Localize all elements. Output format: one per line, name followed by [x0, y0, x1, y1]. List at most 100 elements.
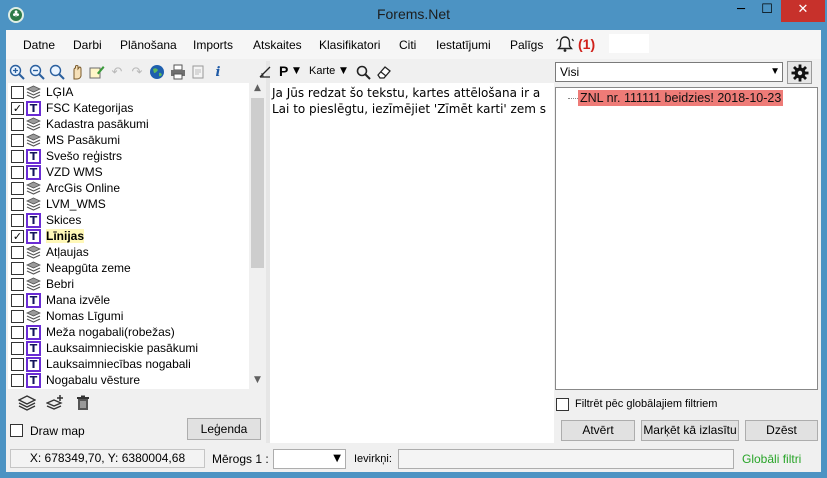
close-button[interactable]: ✕	[781, 0, 825, 22]
redo-icon[interactable]: ↷	[128, 63, 146, 81]
settings-button[interactable]	[787, 61, 812, 84]
chevron-down-icon[interactable]: ▼	[340, 66, 347, 76]
global-filter-toggle[interactable]: Filtrēt pēc globālajiem filtriem	[555, 396, 821, 412]
menu-reports[interactable]: Atskaites	[253, 38, 302, 52]
scale-select[interactable]: ▼	[273, 449, 346, 469]
scroll-up-icon[interactable]: ▲	[249, 83, 266, 97]
menu-settings[interactable]: Iestatījumi	[436, 38, 491, 52]
layer-checkbox[interactable]	[11, 150, 24, 163]
export-icon[interactable]	[189, 63, 207, 81]
layer-checkbox[interactable]	[11, 118, 24, 131]
layer-checkbox[interactable]: ✓	[11, 230, 24, 243]
map-area[interactable]: Ja Jūs redzat šo tekstu, kartes attēloša…	[270, 83, 554, 443]
mark-read-button[interactable]: Marķēt kā izlasītu	[641, 420, 739, 441]
layer-checkbox[interactable]: ✓	[11, 102, 24, 115]
chevron-down-icon[interactable]: ▼	[770, 63, 780, 81]
chevron-down-icon[interactable]: ▼	[293, 66, 300, 76]
minimize-button[interactable]: ─	[728, 0, 754, 22]
layer-checkbox[interactable]	[11, 134, 24, 147]
input-field[interactable]	[398, 449, 734, 469]
layer-item[interactable]: Atļaujas	[10, 244, 248, 260]
layer-checkbox[interactable]	[11, 86, 24, 99]
layer-item[interactable]: Neapgūta zeme	[10, 260, 248, 276]
undo-icon[interactable]: ↶	[108, 63, 126, 81]
map-dropdown-label[interactable]: Karte	[309, 65, 335, 77]
layer-item[interactable]: T Svešo reģistrs	[10, 148, 248, 164]
notification-count[interactable]: (1)	[578, 36, 595, 52]
bell-icon[interactable]	[556, 35, 574, 53]
layer-checkbox[interactable]	[11, 326, 24, 339]
eraser-icon[interactable]	[375, 63, 393, 81]
scroll-thumb[interactable]	[251, 98, 264, 268]
layer-item[interactable]: T Meža nogabali(robežas)	[10, 324, 248, 340]
zoom-full-icon[interactable]	[48, 63, 66, 81]
globe-icon[interactable]	[148, 63, 166, 81]
trash-icon[interactable]	[74, 394, 92, 412]
layer-checkbox[interactable]	[11, 262, 24, 275]
layer-item[interactable]: LVM_WMS	[10, 196, 248, 212]
zoom-in-icon[interactable]	[8, 63, 26, 81]
edit-layer-icon[interactable]	[88, 63, 106, 81]
scroll-down-icon[interactable]: ▼	[249, 375, 266, 389]
menu-jobs[interactable]: Darbi	[73, 38, 102, 52]
draw-map-checkbox[interactable]	[10, 424, 23, 437]
notification-list: ZNL nr. 111111 beidzies! 2018-10-23	[555, 87, 818, 390]
layer-checkbox[interactable]	[11, 342, 24, 355]
menu-help[interactable]: Palīgs	[510, 38, 543, 52]
layer-item[interactable]: T Nogabalu vēsture	[10, 372, 248, 388]
menu-other[interactable]: Citi	[399, 38, 416, 52]
layer-tree: LĢIA ✓ T FSC Kategorijas Kadastra pasākumi MS…	[8, 83, 266, 389]
measure-icon[interactable]	[256, 63, 274, 81]
layers-icon[interactable]	[18, 394, 36, 412]
global-filter-checkbox[interactable]	[556, 398, 569, 411]
p-dropdown-label[interactable]: P	[279, 63, 288, 79]
maximize-button[interactable]: ☐	[754, 0, 780, 22]
pan-icon[interactable]	[68, 63, 86, 81]
text-layer-icon: T	[26, 149, 41, 164]
zoom-out-icon[interactable]	[28, 63, 46, 81]
info-icon[interactable]: i	[209, 63, 227, 81]
layer-item[interactable]: T Lauksaimnieciskie pasākumi	[10, 340, 248, 356]
layer-item[interactable]: Kadastra pasākumi	[10, 116, 248, 132]
notification-item[interactable]: ZNL nr. 111111 beidzies! 2018-10-23	[578, 90, 784, 106]
layer-item[interactable]: T Mana izvēle	[10, 292, 248, 308]
menu-classifiers[interactable]: Klasifikatori	[319, 38, 380, 52]
text-layer-icon: T	[26, 373, 41, 388]
layer-tree-scrollbar[interactable]: ▲ ▼	[249, 83, 266, 389]
menu-planning[interactable]: Plānošana	[120, 38, 177, 52]
layer-item[interactable]: MS Pasākumi	[10, 132, 248, 148]
menu-imports[interactable]: Imports	[193, 38, 233, 52]
layer-item[interactable]: T VZD WMS	[10, 164, 248, 180]
open-button[interactable]: Atvērt	[561, 420, 635, 441]
layer-checkbox[interactable]	[11, 374, 24, 387]
search-icon[interactable]	[354, 63, 372, 81]
delete-button[interactable]: Dzēst	[745, 420, 818, 441]
layer-checkbox[interactable]	[11, 278, 24, 291]
layer-item[interactable]: ✓ T FSC Kategorijas	[10, 100, 248, 116]
layer-checkbox[interactable]	[11, 310, 24, 323]
layer-checkbox[interactable]	[11, 166, 24, 179]
layer-checkbox[interactable]	[11, 182, 24, 195]
layer-item[interactable]: ArcGis Online	[10, 180, 248, 196]
layer-item[interactable]: Bebri	[10, 276, 248, 292]
layer-item[interactable]: T Lauksaimniecības nogabali	[10, 356, 248, 372]
layer-checkbox[interactable]	[11, 358, 24, 371]
menu-file[interactable]: Datne	[23, 38, 55, 52]
draw-map-toggle[interactable]: Draw map	[10, 422, 120, 440]
layer-checkbox[interactable]	[11, 214, 24, 227]
layer-item[interactable]: LĢIA	[10, 84, 248, 100]
chevron-down-icon[interactable]: ▼	[333, 453, 341, 464]
layer-item[interactable]: Nomas Līgumi	[10, 308, 248, 324]
legend-button[interactable]: Leģenda	[187, 418, 261, 440]
layer-stack-icon	[26, 277, 41, 292]
layer-checkbox[interactable]	[11, 246, 24, 259]
print-icon[interactable]	[169, 63, 187, 81]
layer-checkbox[interactable]	[11, 198, 24, 211]
notification-filter-select[interactable]: Visi ▼	[555, 62, 783, 82]
title-bar: ♣ Forems.Net ─ ☐ ✕	[0, 0, 827, 30]
global-filters-link[interactable]: Globāli filtri	[742, 452, 801, 466]
layer-checkbox[interactable]	[11, 294, 24, 307]
add-layer-icon[interactable]	[46, 394, 64, 412]
layer-item[interactable]: T Skices	[10, 212, 248, 228]
layer-item[interactable]: ✓ T Līnijas	[10, 228, 248, 244]
